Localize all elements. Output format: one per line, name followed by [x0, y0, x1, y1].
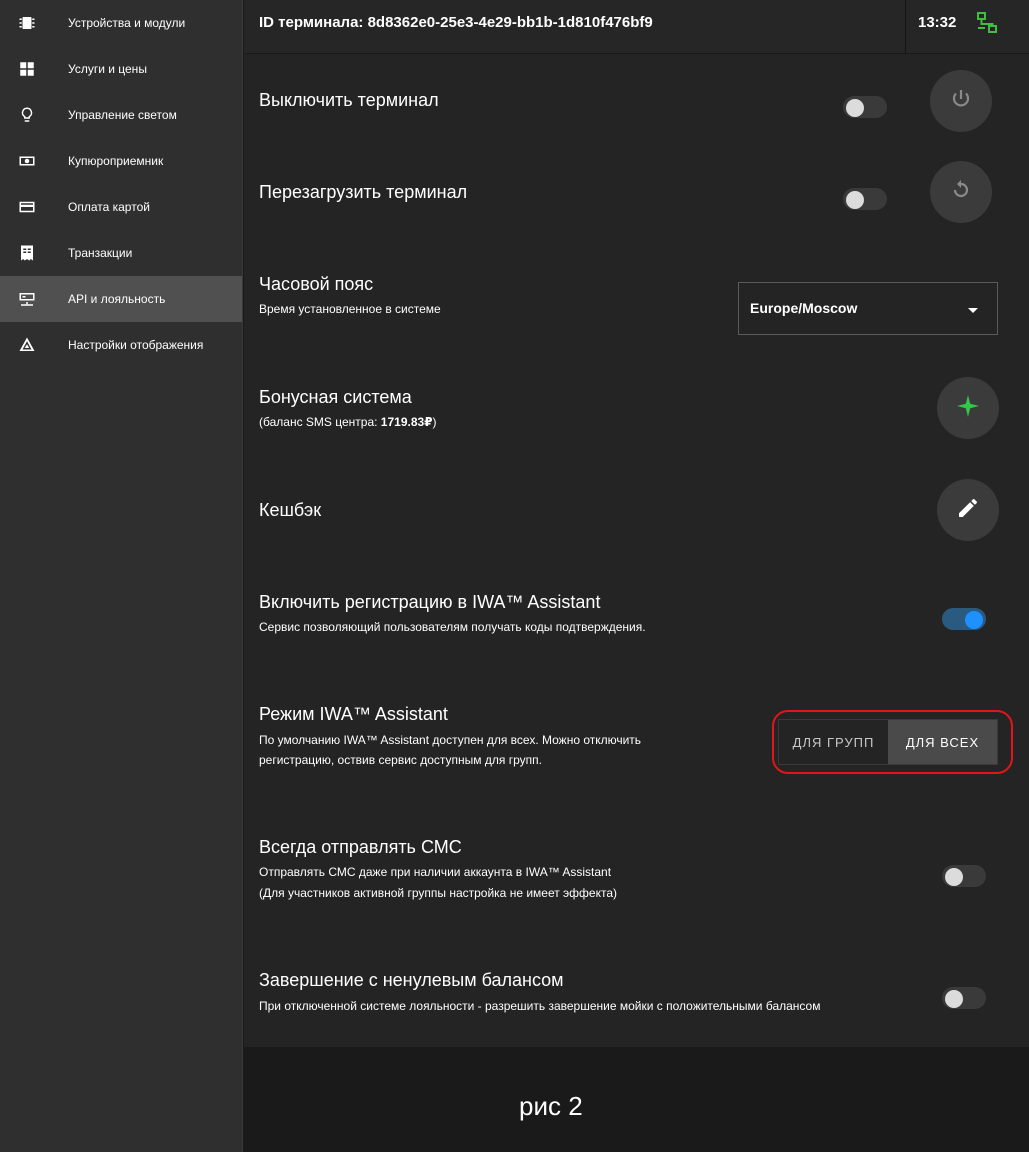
chevron-down-icon [968, 308, 978, 313]
iwa-registration-toggle[interactable] [942, 608, 986, 630]
sidebar-item-label: Управление светом [68, 108, 177, 122]
reboot-title: Перезагрузить терминал [259, 182, 468, 202]
bonus-button[interactable] [937, 377, 999, 439]
shutdown-toggle[interactable] [843, 96, 887, 118]
always-sms-subtitle-1: Отправлять СМС даже при наличии аккаунта… [259, 865, 612, 879]
top-bar: ID терминала: 8d8362e0-25e3-4e29-bb1b-1d… [244, 0, 1029, 54]
chip-icon [17, 13, 37, 33]
sidebar-item-label: Настройки отображения [68, 338, 204, 352]
cashback-edit-button[interactable] [937, 479, 999, 541]
cashback-title: Кешбэк [259, 500, 322, 520]
always-sms-subtitle-2: (Для участников активной группы настройк… [259, 886, 618, 900]
iwa-registration-title: Включить регистрацию в IWA™ Assistant [259, 592, 601, 612]
nonzero-balance-title: Завершение с ненулевым балансом [259, 970, 564, 990]
bonus-subtitle: (баланс SMS центра: 1719.83₽) [259, 415, 437, 429]
iwa-mode-subtitle-1: По умолчанию IWA™ Assistant доступен для… [259, 733, 642, 747]
settings-panel: Выключить терминал Перезагрузить термина… [244, 54, 1029, 1047]
grid-icon [17, 59, 37, 79]
iwa-registration-subtitle: Сервис позволяющий пользователям получат… [259, 620, 646, 634]
sparkle-icon [956, 394, 980, 423]
pencil-icon [956, 496, 980, 525]
iwa-mode-subtitle-2: регистрацию, оствив сервис доступным для… [259, 753, 542, 767]
lightbulb-icon [17, 105, 37, 125]
nonzero-balance-subtitle: При отключенной системе лояльности - раз… [259, 999, 821, 1013]
sidebar-item-display-settings[interactable]: Настройки отображения [0, 322, 242, 368]
api-icon [17, 289, 37, 309]
mode-groups-button[interactable]: ДЛЯ ГРУПП [779, 720, 888, 764]
display-settings-icon [17, 335, 37, 355]
sidebar-item-label: Устройства и модули [68, 16, 186, 30]
power-icon [949, 87, 973, 116]
iwa-mode-title: Режим IWA™ Assistant [259, 704, 448, 724]
sidebar-item-api-loyalty[interactable]: API и лояльность [0, 276, 242, 322]
sidebar-item-bill-acceptor[interactable]: Купюроприемник [0, 138, 242, 184]
banknote-icon [17, 151, 37, 171]
sidebar-item-card-payment[interactable]: Оплата картой [0, 184, 242, 230]
receipt-icon [17, 243, 37, 263]
iwa-mode-segmented-control: ДЛЯ ГРУПП ДЛЯ ВСЕХ [778, 719, 998, 765]
power-button[interactable] [930, 70, 992, 132]
always-sms-title: Всегда отправлять СМС [259, 837, 462, 857]
timezone-select[interactable]: Europe/Moscow [738, 282, 998, 335]
figure-caption: рис 2 [519, 1091, 583, 1121]
credit-card-icon [17, 197, 37, 217]
terminal-id-title: ID терминала: 8d8362e0-25e3-4e29-bb1b-1d… [259, 14, 653, 31]
sidebar: Устройства и модули Услуги и цены Управл… [0, 0, 243, 1152]
bonus-title: Бонусная система [259, 387, 412, 407]
sms-balance: 1719.83₽ [380, 415, 433, 429]
clock: 13:32 [918, 14, 957, 31]
nonzero-balance-toggle[interactable] [942, 987, 986, 1009]
header-divider [905, 0, 906, 54]
sidebar-item-transactions[interactable]: Транзакции [0, 230, 242, 276]
restart-icon [949, 178, 973, 207]
shutdown-title: Выключить терминал [259, 90, 439, 110]
sidebar-item-label: Услуги и цены [68, 62, 147, 76]
always-sms-toggle[interactable] [942, 865, 986, 887]
sidebar-item-label: API и лояльность [68, 292, 166, 306]
network-icon [976, 12, 998, 34]
sidebar-item-label: Оплата картой [68, 200, 150, 214]
reboot-toggle[interactable] [843, 188, 887, 210]
mode-all-button[interactable]: ДЛЯ ВСЕХ [888, 720, 997, 764]
timezone-title: Часовой пояс [259, 274, 374, 294]
timezone-value: Europe/Moscow [750, 300, 858, 316]
sidebar-item-label: Купюроприемник [68, 154, 164, 168]
sidebar-item-label: Транзакции [68, 246, 133, 260]
sidebar-item-lighting[interactable]: Управление светом [0, 92, 242, 138]
sidebar-item-services[interactable]: Услуги и цены [0, 46, 242, 92]
restart-button[interactable] [930, 161, 992, 223]
sidebar-item-devices[interactable]: Устройства и модули [0, 0, 242, 46]
timezone-subtitle: Время установленное в системе [259, 302, 441, 316]
